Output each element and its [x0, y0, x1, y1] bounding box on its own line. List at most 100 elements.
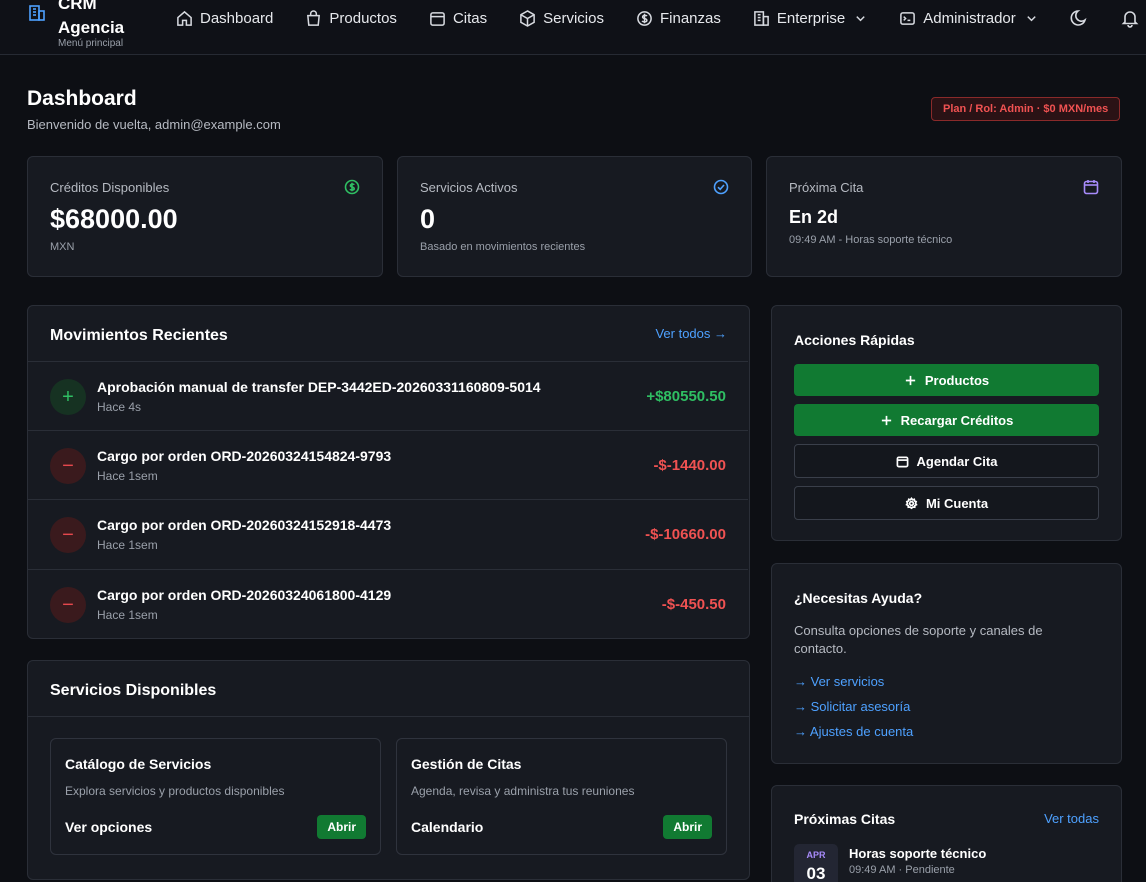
stat-note: MXN — [50, 241, 75, 253]
brand-subtitle: Menú principal — [58, 38, 124, 49]
solicitar-asesoria-link[interactable]: → Solicitar asesoría — [794, 699, 910, 714]
brand-title-line1: CRM — [58, 0, 97, 13]
productos-button[interactable]: Productos — [794, 364, 1099, 396]
mov-title: Cargo por orden ORD-20260324152918-4473 — [97, 517, 392, 533]
svc-desc: Explora servicios y productos disponible… — [65, 784, 285, 798]
svc-title: Catálogo de Servicios — [65, 756, 212, 772]
list-item[interactable]: + Aprobación manual de transfer DEP-3442… — [28, 361, 748, 431]
list-item[interactable]: − Cargo por orden ORD-20260324154824-979… — [28, 430, 748, 500]
nav-item-label: Enterprise — [776, 9, 846, 27]
stat-card-creditos: Créditos Disponibles $68000.00 MXN — [27, 156, 383, 277]
page-subtitle: Bienvenido de vuelta, admin@example.com — [27, 117, 281, 132]
brand-title-line2: Agencia — [58, 18, 125, 37]
abrir-button[interactable]: Abrir — [317, 815, 366, 839]
nav-item-label: Servicios — [543, 9, 604, 27]
list-item[interactable]: − Cargo por orden ORD-20260324152918-447… — [28, 499, 748, 569]
stat-value: En 2d — [789, 207, 839, 227]
nav-item-servicios[interactable]: Servicios — [519, 10, 604, 27]
mov-time: Hace 1sem — [97, 608, 158, 622]
stat-label: Servicios Activos — [420, 180, 518, 195]
proximas-citas-card: Próximas Citas Ver todas APR 03 Horas so… — [771, 785, 1122, 882]
acciones-title: Acciones Rápidas — [794, 332, 915, 348]
stat-value: 0 — [420, 204, 436, 234]
mov-amount: -$-10660.00 — [645, 526, 726, 543]
nav-item-label: Finanzas — [659, 9, 721, 27]
svc-footer: Calendario — [411, 819, 484, 835]
terminal-icon — [900, 11, 916, 25]
recargar-creditos-button[interactable]: Recargar Créditos — [794, 404, 1099, 436]
ayuda-text: Consulta opciones de soporte y canales d… — [794, 623, 1043, 656]
svc-desc: Agenda, revisa y administra tus reunione… — [411, 784, 635, 798]
button-label: Recargar Créditos — [900, 412, 1014, 428]
mov-time: Hace 1sem — [97, 538, 158, 552]
divider — [28, 716, 749, 717]
svc-title: Gestión de Citas — [411, 756, 522, 772]
ver-todos-link[interactable]: Ver todos → — [655, 326, 727, 341]
nav-item-label: Citas — [452, 9, 488, 27]
chevron-down-icon — [856, 15, 865, 21]
plus-icon: + — [50, 379, 86, 415]
nav-item-productos[interactable]: Productos — [305, 10, 397, 27]
calendar-icon — [1083, 180, 1099, 195]
appt-date-badge: APR 03 — [794, 844, 838, 882]
button-label: Mi Cuenta — [925, 495, 989, 511]
nav-right — [1070, 8, 1140, 28]
cube-icon — [520, 9, 535, 27]
mov-time: Hace 1sem — [97, 469, 158, 483]
acciones-card: Acciones Rápidas Productos Recargar Créd… — [771, 305, 1122, 541]
agendar-cita-button[interactable]: Agendar Cita — [794, 444, 1099, 478]
chevron-down-icon — [1027, 15, 1036, 21]
ayuda-card: ¿Necesitas Ayuda? Consulta opciones de s… — [771, 563, 1122, 764]
stat-note: 09:49 AM - Horas soporte técnico — [789, 234, 953, 246]
appt-day: 03 — [806, 864, 826, 882]
bell-icon[interactable] — [1120, 8, 1140, 28]
stat-note: Basado en movimientos recientes — [420, 241, 586, 253]
dollar-icon — [637, 10, 652, 26]
stat-card-servicios: Servicios Activos 0 Basado en movimiento… — [397, 156, 752, 277]
servicios-card: Servicios Disponibles Catálogo de Servic… — [27, 660, 750, 880]
calendar-icon — [430, 11, 445, 26]
ajustes-cuenta-link[interactable]: → Ajustes de cuenta — [794, 724, 913, 739]
mov-title: Cargo por orden ORD-20260324154824-9793 — [97, 448, 392, 464]
mov-amount: -$-450.50 — [661, 596, 726, 613]
movimientos-card: Movimientos Recientes Ver todos → + Apro… — [27, 305, 750, 639]
nav-item-dashboard[interactable]: Dashboard — [176, 10, 273, 27]
plan-badge: Plan / Rol: Admin · $0 MXN/mes — [931, 97, 1121, 121]
minus-icon: − — [50, 517, 86, 553]
dollar-circle-icon — [344, 179, 360, 195]
page-title: Dashboard — [27, 87, 137, 110]
button-label: Agendar Cita — [916, 453, 998, 469]
mi-cuenta-button[interactable]: Mi Cuenta — [794, 486, 1099, 520]
mov-title: Cargo por orden ORD-20260324061800-4129 — [97, 587, 392, 603]
stat-card-proxima-cita: Próxima Cita En 2d 09:49 AM - Horas sopo… — [766, 156, 1122, 277]
minus-icon: − — [50, 448, 86, 484]
appt-sub: 09:49 AM · Pendiente — [849, 864, 955, 876]
home-icon — [177, 10, 192, 26]
appt-title: Horas soporte técnico — [849, 846, 987, 861]
abrir-button[interactable]: Abrir — [663, 815, 712, 839]
bag-icon — [307, 9, 321, 26]
svc-card-citas: Gestión de Citas Agenda, revisa y admini… — [396, 738, 727, 855]
nav-item-administrador[interactable]: Administrador — [899, 10, 1038, 27]
nav-item-label: Productos — [329, 9, 397, 27]
stat-label: Próxima Cita — [789, 180, 864, 195]
nav-item-finanzas[interactable]: Finanzas — [636, 10, 721, 27]
stat-label: Créditos Disponibles — [50, 180, 170, 195]
top-navbar: CRM Agencia Menú principal Dashboard Pro… — [0, 0, 1146, 55]
nav-item-citas[interactable]: Citas — [429, 10, 487, 27]
movimientos-title: Movimientos Recientes — [50, 327, 228, 344]
nav-item-label: Administrador — [923, 9, 1016, 27]
appt-month: APR — [806, 850, 826, 860]
nav-item-enterprise[interactable]: Enterprise — [753, 10, 867, 27]
brand[interactable]: CRM Agencia Menú principal — [28, 0, 158, 52]
mov-title: Aprobación manual de transfer DEP-3442ED… — [97, 379, 541, 395]
moon-icon[interactable] — [1070, 8, 1090, 28]
appointment-item[interactable]: APR 03 Horas soporte técnico 09:49 AM · … — [772, 786, 1121, 882]
calendar-icon — [896, 455, 908, 467]
svc-footer: Ver opciones — [65, 819, 153, 835]
stat-value: $68000.00 — [50, 204, 178, 234]
ver-servicios-link[interactable]: → Ver servicios — [794, 674, 884, 689]
servicios-title: Servicios Disponibles — [50, 682, 217, 699]
list-item[interactable]: − Cargo por orden ORD-20260324061800-412… — [28, 569, 748, 638]
nav-items: Dashboard Productos Citas Servicios Fina… — [176, 0, 1070, 36]
